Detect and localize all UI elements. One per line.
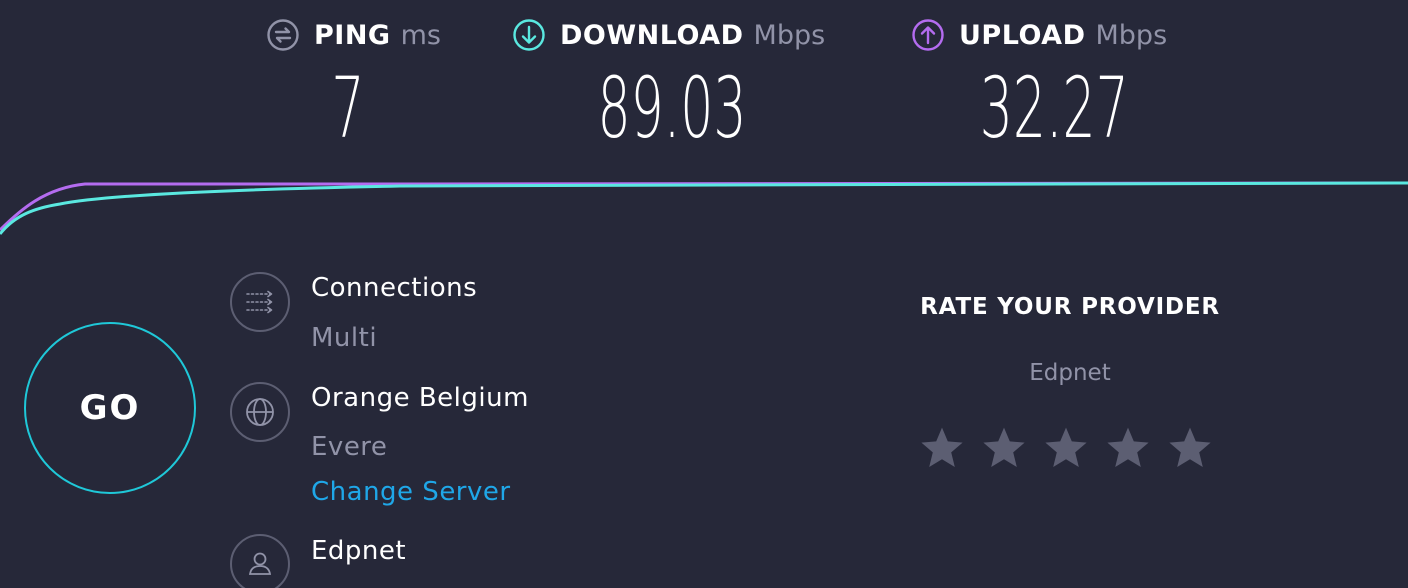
connections-title: Connections	[311, 273, 478, 303]
ping-value: 7	[331, 59, 365, 157]
download-arrow-icon	[512, 18, 546, 52]
upload-value: 32.27	[979, 59, 1129, 157]
rating-stars	[918, 424, 1214, 472]
speed-graph	[0, 181, 1408, 235]
download-label: DOWNLOAD	[560, 19, 744, 51]
connections-icon	[230, 272, 290, 332]
rate-provider-name: Edpnet	[1029, 360, 1111, 386]
star-3-icon[interactable]	[1042, 424, 1090, 472]
upload-graph-line	[0, 181, 1408, 232]
ping-metric: PING ms 7	[266, 16, 441, 150]
upload-arrow-icon	[911, 18, 945, 52]
rate-provider-title: RATE YOUR PROVIDER	[920, 294, 1220, 320]
upload-header: UPLOAD Mbps	[911, 16, 1167, 54]
ping-unit: ms	[400, 19, 441, 51]
upload-label: UPLOAD	[959, 19, 1086, 51]
server-location: Evere	[311, 432, 388, 462]
connections-value: Multi	[311, 323, 378, 353]
go-label: GO	[79, 388, 141, 428]
user-icon	[230, 534, 290, 588]
star-4-icon[interactable]	[1104, 424, 1152, 472]
change-server-link[interactable]: Change Server	[311, 477, 511, 507]
download-unit: Mbps	[753, 19, 826, 51]
ping-label: PING	[314, 19, 391, 51]
upload-metric: UPLOAD Mbps 32.27	[911, 16, 1167, 150]
globe-icon	[230, 382, 290, 442]
ping-icon	[266, 18, 300, 52]
go-button[interactable]: GO	[24, 322, 196, 494]
star-1-icon[interactable]	[918, 424, 966, 472]
download-graph-line	[0, 181, 1408, 235]
star-2-icon[interactable]	[980, 424, 1028, 472]
upload-unit: Mbps	[1095, 19, 1168, 51]
server-name: Orange Belgium	[311, 383, 529, 413]
speedtest-result-page: PING ms 7 DOWNLOAD Mbps 89.03 UPLOAD Mbp…	[0, 0, 1408, 588]
download-header: DOWNLOAD Mbps	[512, 16, 825, 54]
provider-name: Edpnet	[311, 536, 407, 566]
ping-header: PING ms	[266, 16, 441, 54]
download-value: 89.03	[597, 59, 747, 157]
star-5-icon[interactable]	[1166, 424, 1214, 472]
download-metric: DOWNLOAD Mbps 89.03	[512, 16, 825, 150]
